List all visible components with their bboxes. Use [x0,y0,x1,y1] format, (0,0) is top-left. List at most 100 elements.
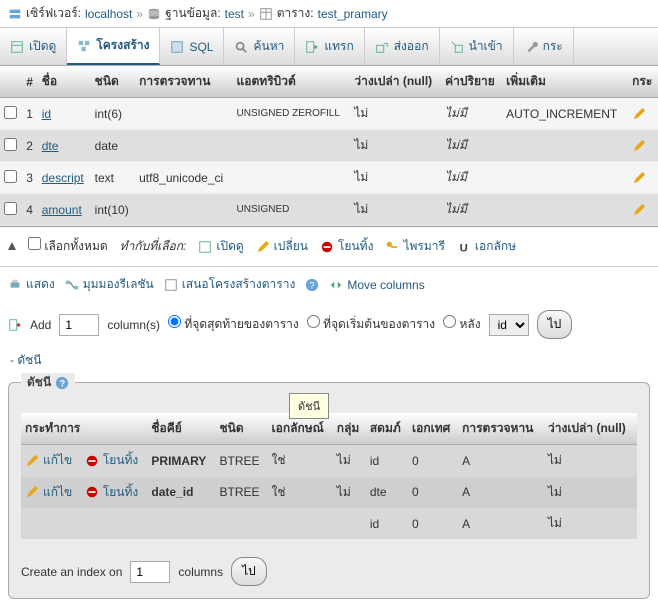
col-name: ชื่อ [38,66,91,98]
table-row: 4 amount int(10) UNSIGNED ไม่ ไม่มี [0,194,658,226]
server-link[interactable]: localhost [85,7,132,21]
row-check[interactable] [4,138,17,151]
help-icon[interactable]: ? [305,278,319,292]
relation-icon [65,278,79,292]
create-index-row: Create an index on columns ไป [21,557,637,586]
drop-index[interactable]: โยนทิ้ง [85,483,138,502]
drop-icon [320,240,334,254]
action-drop[interactable]: โยนทิ้ง [320,237,373,256]
create-index-label: Create an index on [21,565,122,579]
columns-table: # ชื่อ ชนิด การตรวจทาน แอตทริบิวต์ ว่างเ… [0,66,658,226]
column-name-link[interactable]: id [42,107,51,121]
move-icon [329,278,343,292]
col-action: กระ [628,66,658,98]
create-index-go[interactable]: ไป [231,557,267,586]
idx-column: สดมภ์ [366,413,408,445]
columns-label: column(s) [107,318,160,332]
breadcrumb: เซิร์ฟเวอร์: localhost » ฐานข้อมูล: test… [0,0,658,28]
with-selected-label: ทำกับที่เลือก: [120,237,187,256]
separator: » [248,7,255,21]
propose-structure[interactable]: เสนอโครงสร้างตาราง [164,275,296,294]
separator: » [136,7,143,21]
unique-icon: U [457,240,471,254]
panel-legend: ดัชนี ? [21,373,75,392]
move-columns[interactable]: Move columns [329,278,424,292]
create-index-input[interactable] [130,561,170,583]
wrench-icon [524,40,538,54]
column-name-link[interactable]: dte [42,139,59,153]
col-check [0,66,22,98]
go-button[interactable]: ไป [537,310,573,339]
arrow-up-icon [8,242,16,250]
radio-after[interactable]: หลัง [443,315,480,334]
edit-index[interactable]: แก้ไข [25,451,72,470]
db-link[interactable]: test [225,7,244,21]
pencil-icon[interactable] [632,171,646,185]
browse-icon [198,240,212,254]
export-icon [375,40,389,54]
row-check[interactable] [4,202,17,215]
table-label: ตาราง: [277,4,314,23]
pencil-icon[interactable] [632,203,646,217]
table-link[interactable]: test_pramary [318,7,388,21]
add-count-input[interactable] [59,314,99,336]
index-row: แก้ไขโยนทิ้งPRIMARYBTREEใช่ไม่id0Aไม่ [21,445,637,477]
action-change[interactable]: เปลี่ยน [256,237,308,256]
column-name-link[interactable]: amount [42,203,82,217]
sql-icon [170,40,184,54]
tab-search[interactable]: ค้นหา [224,28,295,65]
col-collation: การตรวจทาน [135,66,232,98]
row-actions: เลือกทั้งหมด ทำกับที่เลือก: เปิดดู เปลี่… [0,226,658,267]
relation-view[interactable]: มุมมองรีเลชัน [65,275,154,294]
radio-atend[interactable]: ที่จุดสุดท้ายของตาราง [168,315,299,334]
radio-atbegin[interactable]: ที่จุดเริ่มต้นของตาราง [307,315,435,334]
pencil-icon[interactable] [632,107,646,121]
tab-browse[interactable]: เปิดดู [0,28,67,65]
database-icon [147,7,161,21]
column-name-link[interactable]: descript [42,171,84,185]
idx-keyname: ชื่อคีย์ [147,413,215,445]
key-icon [385,240,399,254]
tab-bar: เปิดดู โครงสร้าง SQL ค้นหา แทรก ส่งออก น… [0,28,658,66]
col-null: ว่างเปล่า (null) [350,66,441,98]
drop-index[interactable]: โยนทิ้ง [85,451,138,470]
row-check[interactable] [4,106,17,119]
tab-operations[interactable]: กระ [514,28,574,65]
svg-text:U: U [460,242,468,254]
tab-export[interactable]: ส่งออก [365,28,440,65]
table-row: 3 descript text utf8_unicode_ci ไม่ ไม่ม… [0,162,658,194]
idx-null: ว่างเปล่า (null) [544,413,637,445]
server-label: เซิร์ฟเวอร์: [26,4,81,23]
tab-insert[interactable]: แทรก [295,28,364,65]
action-browse[interactable]: เปิดดู [198,237,243,256]
row-check[interactable] [4,170,17,183]
idx-packed: กลุ่ม [333,413,366,445]
help-icon[interactable]: ? [55,376,69,390]
edit-index[interactable]: แก้ไข [25,483,72,502]
tab-import[interactable]: นำเข้า [440,28,514,65]
index-heading: - ดัชนี [0,347,658,374]
tab-sql[interactable]: SQL [160,28,224,65]
check-all-box[interactable] [28,237,41,250]
pencil-icon[interactable] [632,139,646,153]
index-row: id0Aไม่ [21,508,637,539]
check-all[interactable]: เลือกทั้งหมด [28,237,108,256]
idx-coll: การตรวจหาน [458,413,544,445]
print-view[interactable]: แสดง [8,275,55,294]
after-select[interactable]: id [489,314,529,336]
drop-icon [85,485,99,499]
print-icon [8,278,22,292]
toolbar-2: แสดง มุมมองรีเลชัน เสนอโครงสร้างตาราง ? … [0,267,658,302]
add-columns-row: Add column(s) ที่จุดสุดท้ายของตาราง ที่จ… [0,302,658,347]
tab-structure[interactable]: โครงสร้าง [67,28,160,65]
pencil-icon [25,485,39,499]
table-icon [259,7,273,21]
pencil-icon [25,454,39,468]
idx-action: กระทำการ [21,413,147,445]
action-primary[interactable]: ไพรมารี [385,237,444,256]
action-unique[interactable]: Uเอกลักษ [457,237,516,256]
idx-type: ชนิด [216,413,268,445]
col-type: ชนิด [91,66,135,98]
col-extra: เพิ่มเติม [502,66,628,98]
col-num: # [22,66,38,98]
